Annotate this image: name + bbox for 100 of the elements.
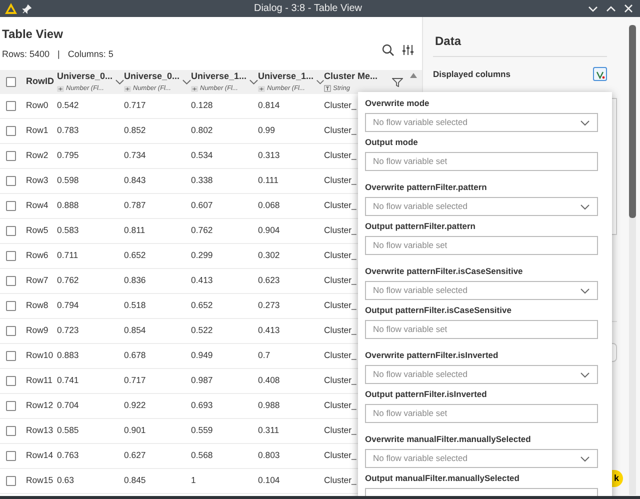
table-cell: Cluster_ <box>324 125 356 136</box>
dropdown-field[interactable]: No flow variable selected <box>365 365 598 384</box>
table-cell: Cluster_ <box>324 475 356 486</box>
table-cell: 0.652 <box>124 250 146 260</box>
table-cell: 0.99 <box>258 125 275 136</box>
field-label: Overwrite patternFilter.pattern <box>365 181 488 193</box>
dropdown-field[interactable]: No flow variable selected <box>365 449 598 468</box>
table-cell: 0.607 <box>191 200 213 210</box>
row-checkbox[interactable] <box>6 276 16 286</box>
row-checkbox[interactable] <box>6 376 16 386</box>
select-all-checkbox[interactable] <box>6 77 16 87</box>
table-cell: 0.627 <box>124 450 146 460</box>
table-cell: 0.623 <box>258 275 280 286</box>
pin-icon[interactable] <box>22 4 32 14</box>
chevron-down-icon <box>580 286 590 294</box>
flow-variable-button[interactable] <box>593 67 607 81</box>
table-cell: Row8 <box>26 300 48 310</box>
column-header[interactable]: Universe_1... <box>258 70 314 84</box>
table-cell: 0.534 <box>191 150 213 160</box>
input-field[interactable]: No flow variable set <box>365 152 598 171</box>
input-field[interactable]: No flow variable set <box>365 236 598 255</box>
table-cell: Row5 <box>26 225 48 236</box>
table-cell: 0.652 <box>191 300 213 310</box>
row-checkbox[interactable] <box>6 451 16 461</box>
row-checkbox[interactable] <box>6 176 16 186</box>
row-checkbox[interactable] <box>6 351 16 361</box>
table-cell: 0.704 <box>57 400 79 410</box>
column-header[interactable]: Universe_1... <box>191 70 247 84</box>
table-cell: Cluster_ <box>324 375 356 386</box>
table-cell: 0.413 <box>191 275 213 286</box>
number-type-icon <box>124 86 131 92</box>
table-cell: 0.904 <box>258 225 280 236</box>
input-field[interactable]: No flow variable set <box>365 404 598 423</box>
row-checkbox[interactable] <box>6 101 16 111</box>
sort-dropdown-icon[interactable] <box>114 78 124 86</box>
table-cell: 0.559 <box>191 425 213 436</box>
dropdown-field[interactable]: No flow variable selected <box>365 281 598 300</box>
table-cell: 0.717 <box>124 375 146 386</box>
row-checkbox[interactable] <box>6 226 16 236</box>
row-checkbox[interactable] <box>6 151 16 161</box>
input-field[interactable]: No flow variable set <box>365 320 598 339</box>
table-cell: 0.7 <box>258 350 270 360</box>
table-cell: 0.598 <box>57 175 79 186</box>
window-title: Dialog - 3:8 - Table View <box>252 2 364 16</box>
column-header[interactable]: RowID <box>26 75 54 89</box>
table-cell: 0.803 <box>258 450 280 460</box>
column-header[interactable]: Universe_0... <box>124 70 180 84</box>
table-cell: 0.741 <box>57 375 79 386</box>
table-cell: 0.313 <box>258 150 280 160</box>
number-type-icon <box>57 86 64 92</box>
scroll-up-icon[interactable] <box>410 73 417 78</box>
settings-icon[interactable] <box>402 44 414 56</box>
search-icon[interactable] <box>382 44 394 56</box>
table-cell: 0.678 <box>124 350 146 360</box>
chevron-down-icon <box>580 118 590 126</box>
row-checkbox[interactable] <box>6 301 16 311</box>
number-type-icon <box>258 86 265 92</box>
row-checkbox[interactable] <box>6 426 16 436</box>
close-icon <box>624 4 633 13</box>
field-label: Output manualFilter.manuallySelected <box>365 472 520 484</box>
column-count: Columns: 5 <box>68 48 114 62</box>
table-cell: 0.987 <box>191 375 213 386</box>
flow-variable-icon <box>596 70 604 78</box>
table-cell: 0.883 <box>57 350 79 360</box>
filter-icon[interactable] <box>392 78 403 86</box>
scrollbar[interactable] <box>629 25 636 495</box>
table-cell: 0.723 <box>57 325 79 336</box>
table-cell: Cluster_ <box>324 325 356 336</box>
field-label: Displayed columns <box>433 68 510 80</box>
row-checkbox[interactable] <box>6 201 16 211</box>
table-cell: 0.711 <box>57 250 78 260</box>
table-cell: Row0 <box>26 100 48 110</box>
table-cell: 0.068 <box>258 200 280 210</box>
table-cell: 0.302 <box>258 250 280 260</box>
row-checkbox[interactable] <box>6 251 16 261</box>
dropdown-field[interactable]: No flow variable selected <box>365 197 598 216</box>
sort-dropdown-icon[interactable] <box>248 78 258 86</box>
table-cell: 0.852 <box>124 125 146 136</box>
chevron-down-icon <box>580 202 590 210</box>
table-cell: 0.949 <box>191 350 213 360</box>
table-cell: Row1 <box>26 125 48 136</box>
table-cell: Cluster_ <box>324 200 356 210</box>
table-cell: Row2 <box>26 150 48 160</box>
row-checkbox[interactable] <box>6 326 16 336</box>
view-title: Table View <box>2 26 64 43</box>
sort-dropdown-icon[interactable] <box>316 78 324 86</box>
table-cell: 0.408 <box>258 375 280 386</box>
sort-dropdown-icon[interactable] <box>182 78 191 86</box>
table-cell: 0.845 <box>124 475 146 486</box>
dropdown-field[interactable]: No flow variable selected <box>365 113 598 132</box>
row-checkbox[interactable] <box>6 476 16 486</box>
column-header[interactable]: Cluster Me... <box>324 70 378 84</box>
row-checkbox[interactable] <box>6 401 16 411</box>
number-type-icon <box>191 86 198 92</box>
table-cell: 0.811 <box>124 225 146 236</box>
field-label: Output patternFilter.isCaseSensitive <box>365 304 512 316</box>
table-cell: 0.413 <box>258 325 280 336</box>
table-cell: 0.787 <box>124 200 146 210</box>
row-checkbox[interactable] <box>6 126 16 136</box>
column-header[interactable]: Universe_0... <box>57 70 113 84</box>
